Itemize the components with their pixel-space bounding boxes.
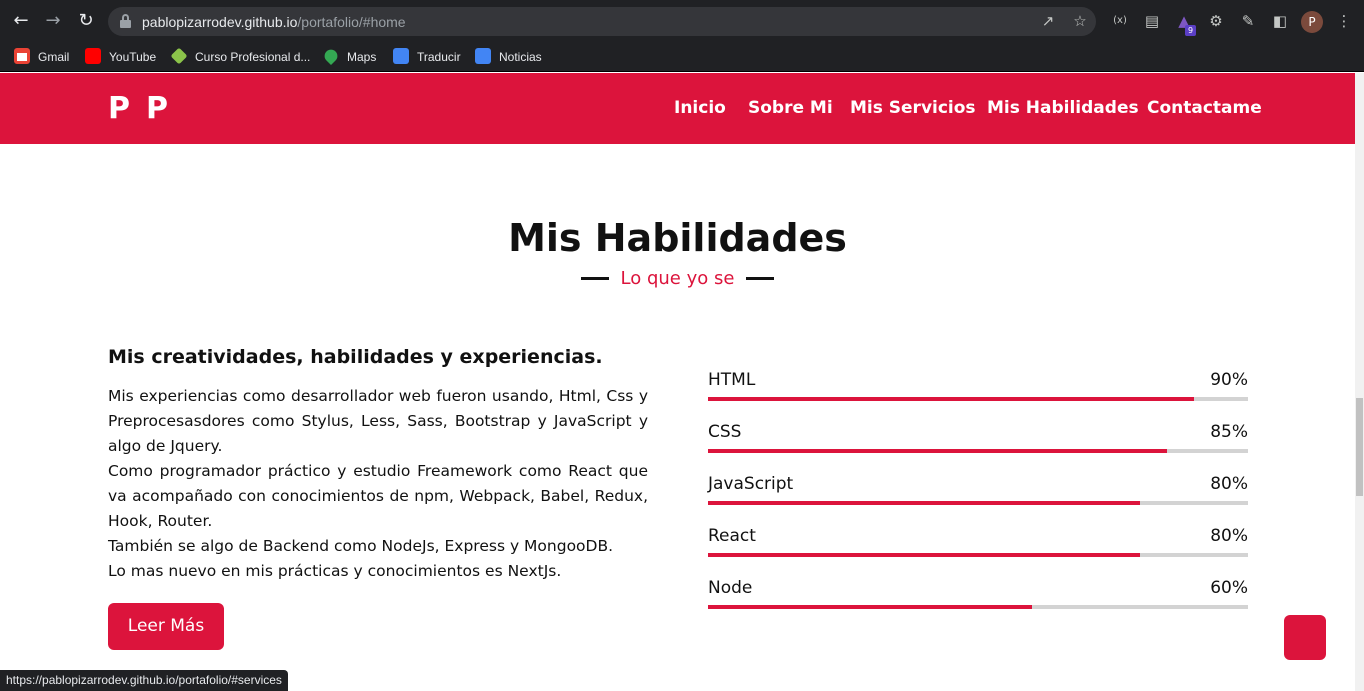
- bookmark-gmail[interactable]: Gmail: [14, 47, 69, 67]
- translate-icon: [393, 48, 409, 64]
- scroll-to-top-button[interactable]: [1284, 615, 1326, 660]
- skill-node: Node 60%: [708, 578, 1248, 622]
- skill-name: Node: [708, 578, 753, 598]
- skill-bar-fill: [708, 553, 1140, 557]
- subtitle-divider-left: [581, 277, 610, 280]
- description-paragraph: Mis experiencias como desarrollador web …: [108, 387, 648, 455]
- scrollbar-thumb[interactable]: [1356, 398, 1363, 496]
- skill-name: CSS: [708, 422, 742, 442]
- description-paragraph: Lo mas nuevo en mis prácticas y conocimi…: [108, 562, 562, 580]
- subtitle-text: Lo que yo se: [620, 268, 735, 289]
- skill-html: HTML 90%: [708, 370, 1248, 414]
- section-subtitle: Lo que yo se: [0, 268, 1355, 289]
- skill-bar-track: [708, 449, 1248, 453]
- diamond-icon: [170, 47, 188, 65]
- skill-percent: 85%: [1210, 422, 1248, 442]
- skill-bar-fill: [708, 397, 1194, 401]
- address-bar[interactable]: pablopizarrodev.github.io/portafolio/#ho…: [108, 7, 1096, 36]
- profile-avatar[interactable]: P: [1301, 11, 1323, 33]
- nav-sobre-mi[interactable]: Sobre Mi: [748, 98, 833, 118]
- skill-bar-fill: [708, 605, 1032, 609]
- skill-name: JavaScript: [708, 474, 794, 494]
- back-arrow-icon[interactable]: ←: [10, 10, 32, 32]
- skill-bar-fill: [708, 449, 1167, 453]
- skill-bar-track: [708, 397, 1248, 401]
- skill-bar-track: [708, 501, 1248, 505]
- description-paragraph: Como programador práctico y estudio Frea…: [108, 462, 648, 530]
- url-text: pablopizarrodev.github.io/portafolio/#ho…: [142, 14, 406, 30]
- skill-percent: 80%: [1210, 526, 1248, 546]
- news-icon: [475, 48, 491, 64]
- bookmark-youtube[interactable]: YouTube: [85, 47, 156, 67]
- nav-inicio[interactable]: Inicio: [674, 98, 726, 118]
- page-scrollbar[interactable]: [1355, 73, 1364, 691]
- read-more-button[interactable]: Leer Más: [108, 603, 224, 650]
- skill-percent: 90%: [1210, 370, 1248, 390]
- skill-percent: 80%: [1210, 474, 1248, 494]
- skill-bar-track: [708, 605, 1248, 609]
- share-icon[interactable]: ↗: [1038, 11, 1058, 31]
- extension-gear-icon[interactable]: ⚙: [1206, 11, 1226, 31]
- status-bar-url: https://pablopizarrodev.github.io/portaf…: [0, 670, 288, 691]
- section-title: Mis Habilidades: [508, 216, 847, 260]
- nav-mis-servicios[interactable]: Mis Servicios: [850, 98, 976, 118]
- bookmark-maps[interactable]: Maps: [321, 46, 376, 67]
- subtitle-divider-right: [745, 277, 774, 280]
- gmail-icon: [14, 48, 30, 64]
- bookmarks-bar: Gmail YouTube Curso Profesional d... Map…: [0, 42, 1364, 72]
- skill-name: HTML: [708, 370, 756, 390]
- skill-name: React: [708, 526, 756, 546]
- bookmark-star-icon[interactable]: ☆: [1070, 11, 1090, 31]
- site-logo[interactable]: PP: [108, 91, 184, 126]
- description-paragraph: También se algo de Backend como NodeJs, …: [108, 537, 614, 555]
- maps-pin-icon: [321, 46, 341, 66]
- nav-contactame[interactable]: Contactame: [1147, 98, 1262, 118]
- extension-media-icon[interactable]: (x): [1110, 11, 1130, 31]
- extension-badge: 9: [1185, 25, 1196, 36]
- extensions-puzzle-icon[interactable]: ✎: [1238, 11, 1258, 31]
- bookmark-noticias[interactable]: Noticias: [475, 47, 542, 67]
- skill-percent: 60%: [1210, 578, 1248, 598]
- skill-react: React 80%: [708, 526, 1248, 570]
- skill-bar-fill: [708, 501, 1140, 505]
- browser-toolbar: ← → ↻ pablopizarrodev.github.io/portafol…: [0, 0, 1364, 42]
- youtube-icon: [85, 48, 101, 64]
- bookmark-curso[interactable]: Curso Profesional d...: [170, 47, 310, 67]
- forward-arrow-icon[interactable]: →: [42, 10, 64, 32]
- skills-description: Mis experiencias como desarrollador web …: [108, 384, 648, 584]
- side-panel-icon[interactable]: ◧: [1270, 11, 1290, 31]
- skill-bar-track: [708, 553, 1248, 557]
- site-header: PP Inicio Sobre Mi Mis Servicios Mis Hab…: [0, 73, 1355, 144]
- skill-css: CSS 85%: [708, 422, 1248, 466]
- extension-notes-icon[interactable]: ▤: [1142, 11, 1162, 31]
- bookmark-traducir[interactable]: Traducir: [393, 47, 461, 67]
- skill-javascript: JavaScript 80%: [708, 474, 1248, 518]
- menu-kebab-icon[interactable]: ⋮: [1334, 11, 1354, 31]
- skills-heading: Mis creatividades, habilidades y experie…: [108, 346, 603, 368]
- reload-icon[interactable]: ↻: [75, 10, 97, 32]
- nav-mis-habilidades[interactable]: Mis Habilidades: [987, 98, 1139, 118]
- lock-icon: [120, 14, 131, 28]
